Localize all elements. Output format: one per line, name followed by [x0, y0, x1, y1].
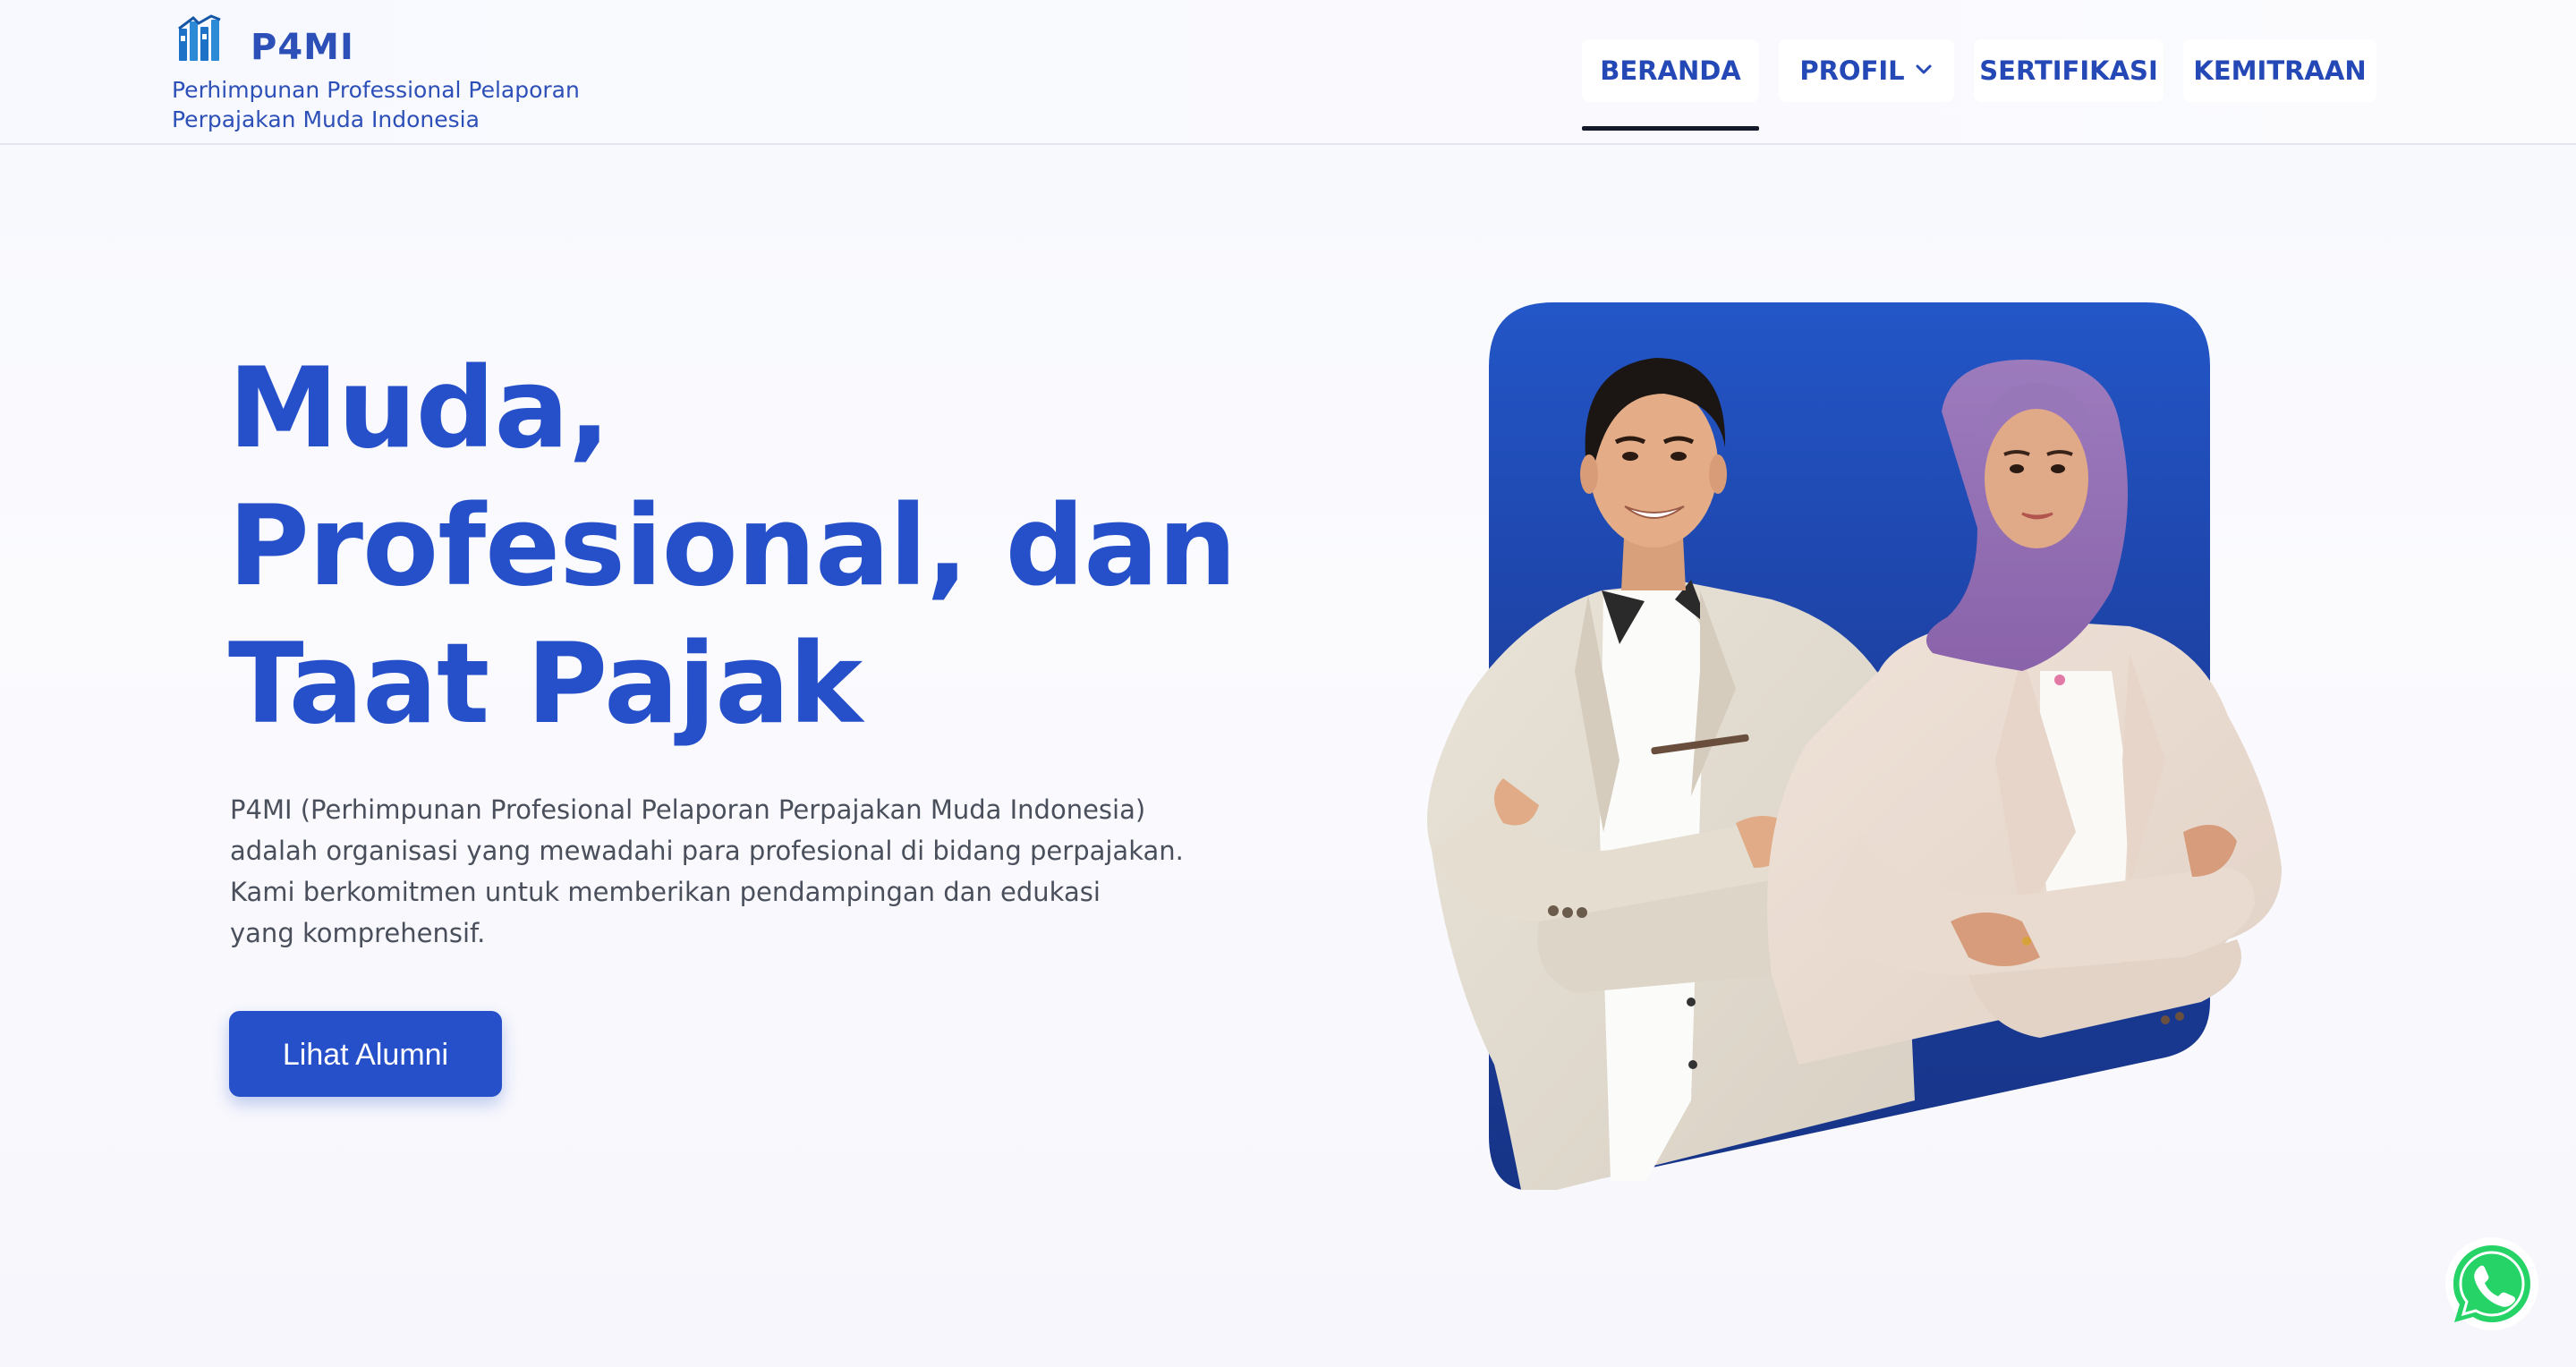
brand-name: P4MI — [251, 27, 354, 68]
p4mi-logo-icon — [178, 14, 221, 61]
lihat-alumni-button[interactable]: Lihat Alumni — [229, 1011, 502, 1097]
hero-photo — [1427, 302, 2282, 1190]
nav-item-label: SERTIFIKASI — [1979, 55, 2158, 86]
site-header: P4MI Perhimpunan Professional Pelaporan … — [0, 0, 2576, 145]
brand-subtitle: Perhimpunan Professional Pelaporan Perpa… — [172, 75, 637, 134]
chevron-down-icon — [1916, 64, 1932, 74]
brand-subtitle-line: Perhimpunan Professional Pelaporan — [172, 77, 580, 103]
nav-item-beranda[interactable]: BERANDA — [1582, 39, 1759, 131]
nav-item-label: BERANDA — [1600, 55, 1741, 86]
hero-description-line: P4MI (Perhimpunan Profesional Pelaporan … — [230, 794, 1146, 825]
whatsapp-icon[interactable] — [2443, 1235, 2541, 1333]
nav-item-label: KEMITRAAN — [2193, 55, 2367, 86]
hero-description: P4MI (Perhimpunan Profesional Pelaporan … — [230, 789, 1184, 954]
hero-description-line: yang komprehensif. — [230, 918, 486, 948]
hero-title-line: Profesional, dan — [228, 482, 1237, 611]
brand-subtitle-line: Perpajakan Muda Indonesia — [172, 106, 480, 132]
hero-title-line: Taat Pajak — [228, 620, 863, 749]
nav-item-label: PROFIL — [1799, 55, 1905, 86]
hero-title-line: Muda, — [228, 344, 610, 473]
nav-item-profil[interactable]: PROFIL — [1779, 39, 1954, 102]
hero-title: Muda, Profesional, dan Taat Pajak — [228, 340, 1237, 753]
hero-description-line: adalah organisasi yang mewadahi para pro… — [230, 836, 1184, 866]
hero-description-line: Kami berkomitmen untuk memberikan pendam… — [230, 877, 1101, 907]
nav-item-sertifikasi[interactable]: SERTIFIKASI — [1974, 39, 2164, 102]
nav-item-kemitraan[interactable]: KEMITRAAN — [2183, 39, 2376, 102]
